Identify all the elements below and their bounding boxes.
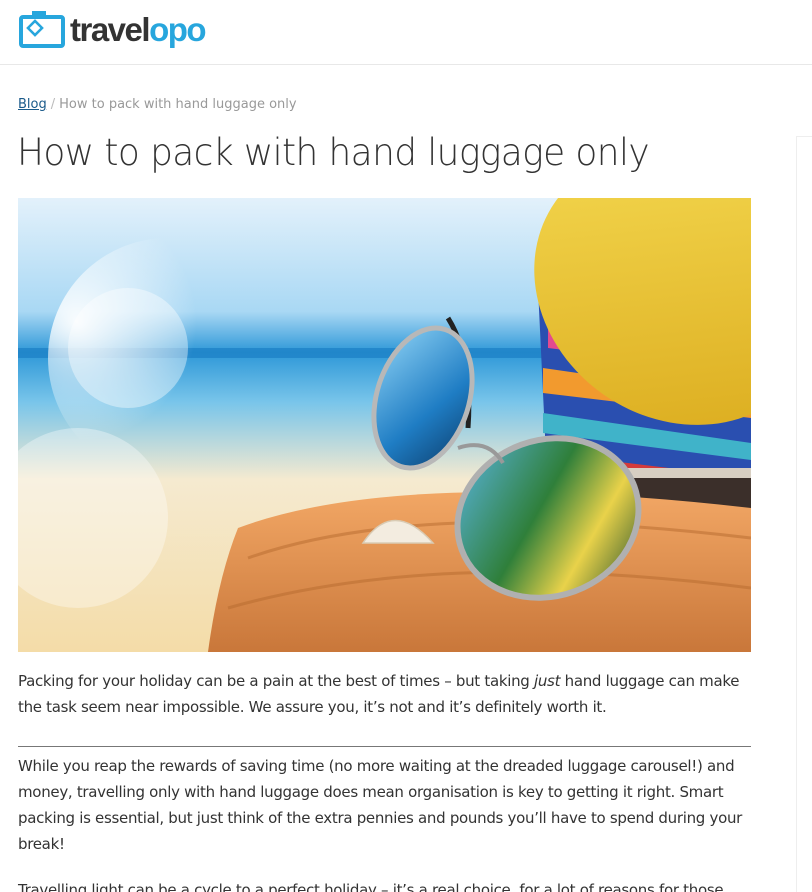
breadcrumb-separator: / [50,97,56,112]
logo-wordmark: travelopo [70,11,207,48]
sidebar-panel [796,136,812,892]
breadcrumb: Blog / How to pack with hand luggage only [18,97,297,112]
beach-sunglasses-illustration [18,198,751,652]
intro-text-start: Packing for your holiday can be a pain a… [18,672,534,690]
body-paragraph: While you reap the rewards of saving tim… [18,757,743,853]
intro-paragraph: Packing for your holiday can be a pain a… [18,668,758,720]
hero-image [18,198,751,652]
breadcrumb-current: How to pack with hand luggage only [59,97,297,112]
breadcrumb-link-blog[interactable]: Blog [18,97,47,112]
site-header: travelopo [0,0,812,65]
suitcase-logo-icon [19,11,65,48]
content-divider [18,746,751,747]
next-paragraph: Travelling light can be a cycle to a per… [18,881,724,892]
site-logo[interactable]: travelopo [18,10,207,50]
intro-emphasis: just [533,672,561,690]
page-title: How to pack with hand luggage only [17,131,650,174]
